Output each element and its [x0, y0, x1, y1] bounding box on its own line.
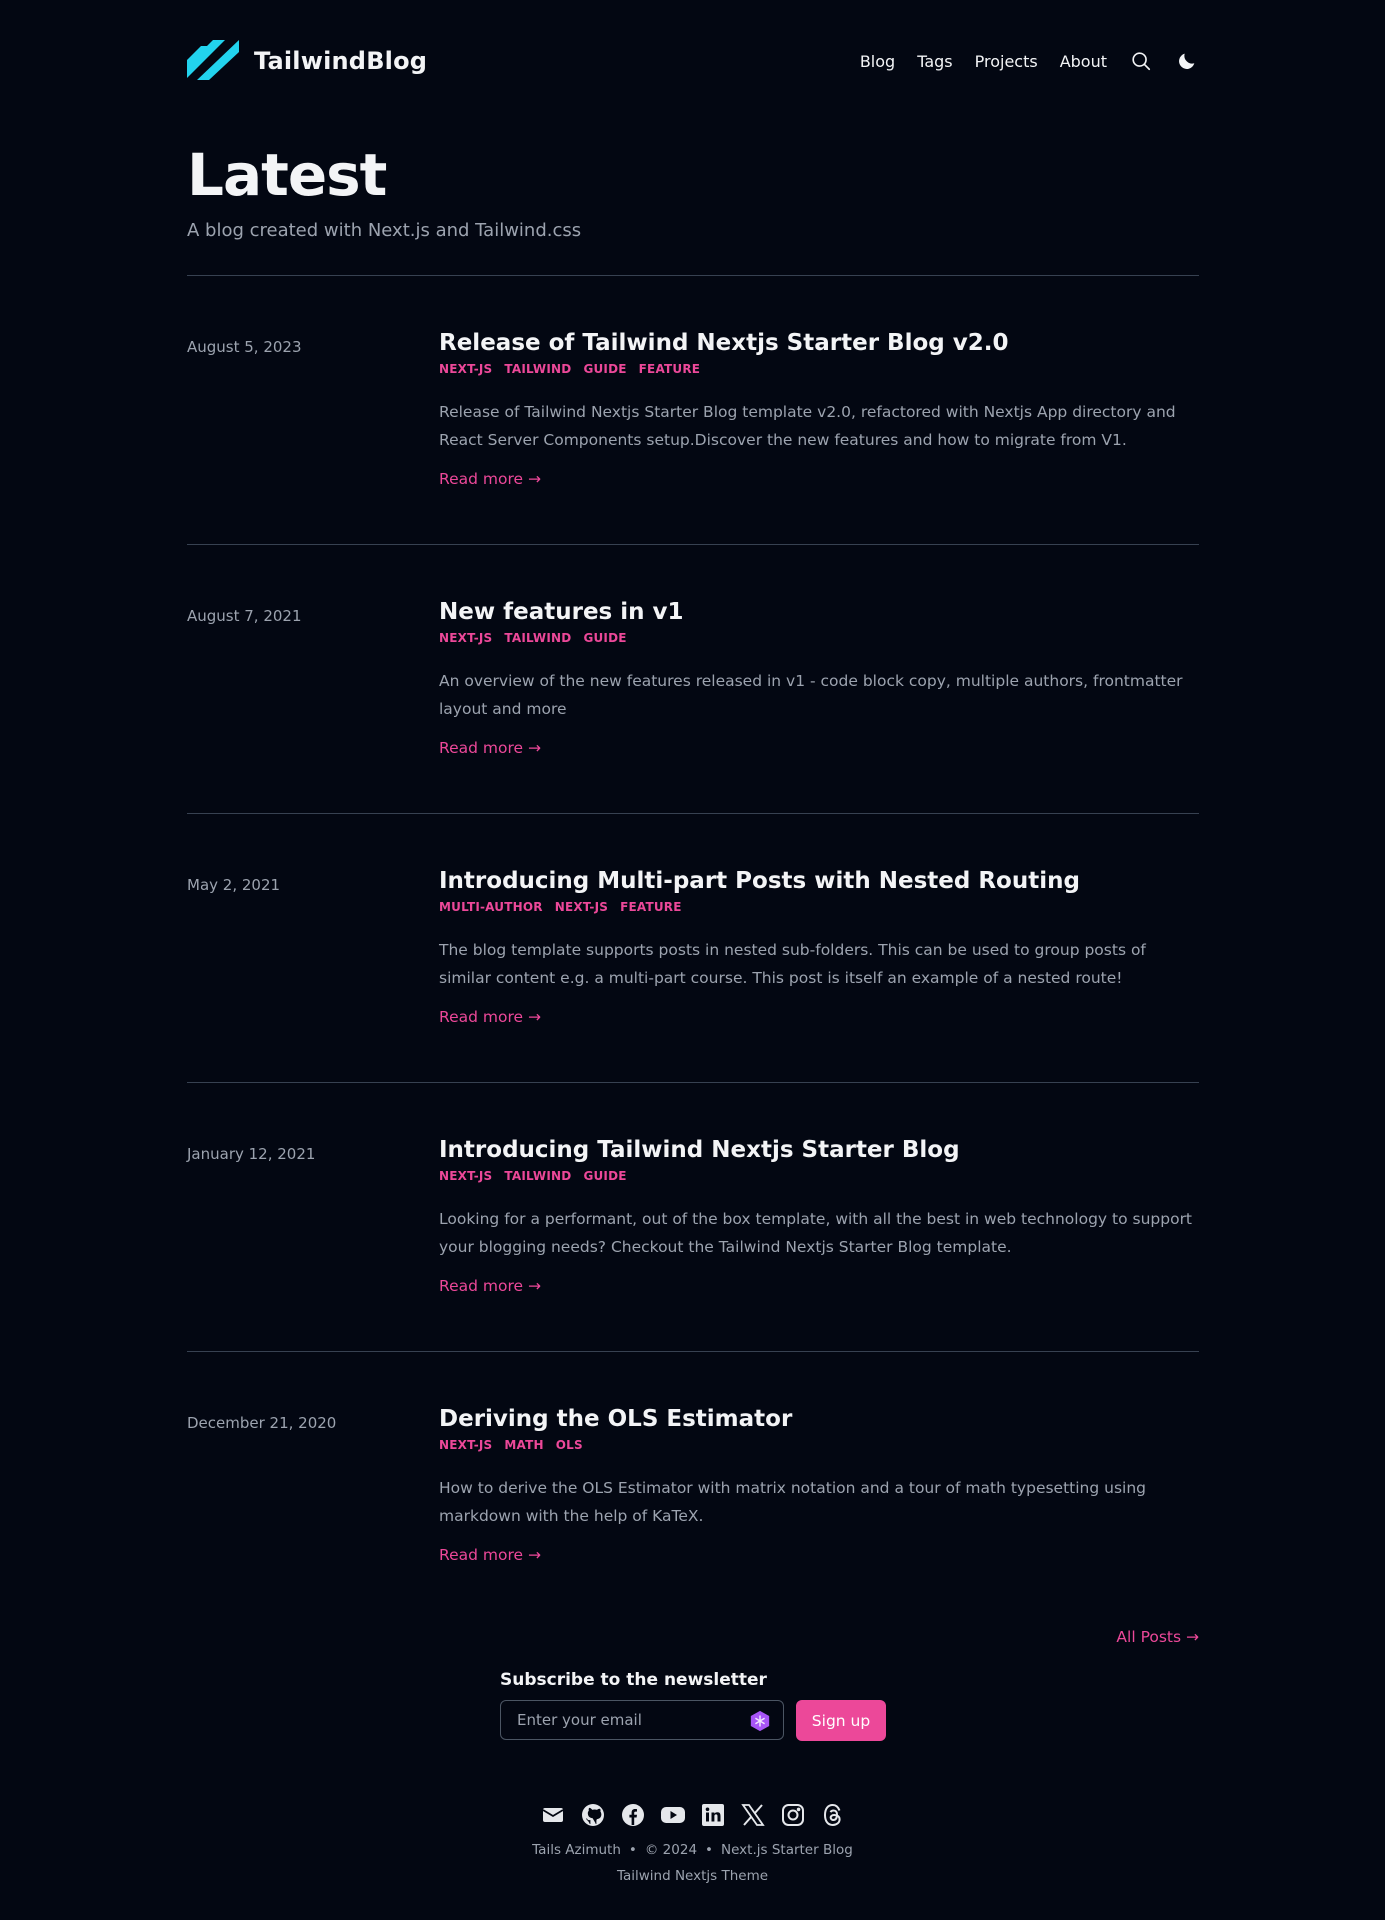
logo-icon [187, 38, 240, 84]
post-list: August 5, 2023 Release of Tailwind Nextj… [187, 276, 1199, 1621]
read-more-link[interactable]: Read more → [439, 470, 541, 488]
post-item: December 21, 2020 Deriving the OLS Estim… [187, 1352, 1199, 1621]
nav-tags[interactable]: Tags [917, 52, 952, 71]
post-title[interactable]: Introducing Tailwind Nextjs Starter Blog [439, 1135, 1199, 1165]
post-item: May 2, 2021 Introducing Multi-part Posts… [187, 814, 1199, 1083]
post-summary: An overview of the new features released… [439, 672, 1183, 718]
youtube-icon[interactable] [660, 1802, 686, 1828]
nav-blog[interactable]: Blog [860, 52, 895, 71]
tag-link[interactable]: GUIDE [583, 631, 626, 645]
post-date: August 5, 2023 [187, 338, 302, 356]
read-more-link[interactable]: Read more → [439, 1277, 541, 1295]
post-summary: The blog template supports posts in nest… [439, 941, 1146, 987]
facebook-icon[interactable] [620, 1802, 646, 1828]
page-title: Latest [187, 141, 387, 209]
page: TailwindBlog Blog Tags Projects About La… [187, 0, 1199, 1741]
tag-link[interactable]: FEATURE [639, 362, 701, 376]
footer-author: Tails Azimuth [532, 1842, 621, 1858]
post-date: January 12, 2021 [187, 1145, 316, 1163]
post-date: August 7, 2021 [187, 607, 302, 625]
tag-link[interactable]: GUIDE [583, 362, 626, 376]
signup-button[interactable]: Sign up [796, 1700, 886, 1741]
email-field-wrapper [500, 1700, 784, 1740]
tag-link[interactable]: MATH [504, 1438, 543, 1452]
footer-meta: Tails Azimuth • © 2024 • Next.js Starter Blo… [0, 1842, 1385, 1858]
nav-projects[interactable]: Projects [975, 52, 1038, 71]
tag-link[interactable]: FEATURE [620, 900, 682, 914]
extension-badge-icon[interactable] [749, 1710, 771, 1736]
post-tags: NEXT-JS TAILWIND GUIDE FEATURE [439, 362, 1199, 376]
post-item: August 7, 2021 New features in v1 NEXT-J… [187, 545, 1199, 814]
post-tags: NEXT-JS MATH OLS [439, 1438, 1199, 1452]
email-field[interactable] [501, 1701, 783, 1739]
post-date: May 2, 2021 [187, 876, 281, 894]
post-tags: NEXT-JS TAILWIND GUIDE [439, 1169, 1199, 1183]
read-more-link[interactable]: Read more → [439, 1008, 541, 1026]
tag-link[interactable]: NEXT-JS [439, 1169, 492, 1183]
linkedin-icon[interactable] [700, 1802, 726, 1828]
nav-about[interactable]: About [1060, 52, 1107, 71]
post-summary: How to derive the OLS Estimator with mat… [439, 1479, 1147, 1525]
tag-link[interactable]: NEXT-JS [439, 1438, 492, 1452]
site-footer: Tails Azimuth • © 2024 • Next.js Starter Blo… [0, 1802, 1385, 1884]
mail-icon[interactable] [540, 1802, 566, 1828]
tag-link[interactable]: NEXT-JS [439, 362, 492, 376]
newsletter: Subscribe to the newsletter Sign up [500, 1670, 886, 1741]
page-subtitle: A blog created with Next.js and Tailwind… [187, 220, 582, 241]
social-links [0, 1802, 1385, 1828]
read-more-link[interactable]: Read more → [439, 739, 541, 757]
post-summary: Looking for a performant, out of the box… [439, 1210, 1193, 1256]
tag-link[interactable]: MULTI-AUTHOR [439, 900, 543, 914]
x-icon[interactable] [740, 1802, 766, 1828]
tag-link[interactable]: TAILWIND [504, 631, 571, 645]
read-more-link[interactable]: Read more → [439, 1546, 541, 1564]
post-summary: Release of Tailwind Nextjs Starter Blog … [439, 403, 1176, 449]
tag-link[interactable]: TAILWIND [504, 362, 571, 376]
post-item: January 12, 2021 Introducing Tailwind Ne… [187, 1083, 1199, 1352]
footer-separator: • [628, 1842, 637, 1858]
tag-link[interactable]: GUIDE [583, 1169, 626, 1183]
instagram-icon[interactable] [780, 1802, 806, 1828]
tag-link[interactable]: OLS [556, 1438, 583, 1452]
hero: Latest A blog created with Next.js and T… [187, 122, 1199, 276]
post-title[interactable]: Introducing Multi-part Posts with Nested… [439, 866, 1199, 896]
search-icon[interactable] [1129, 49, 1153, 73]
post-item: August 5, 2023 Release of Tailwind Nextj… [187, 276, 1199, 545]
brand-link[interactable]: TailwindBlog [187, 38, 427, 84]
post-tags: MULTI-AUTHOR NEXT-JS FEATURE [439, 900, 1199, 914]
brand-name: TailwindBlog [254, 47, 428, 75]
post-title[interactable]: New features in v1 [439, 597, 1199, 627]
newsletter-title: Subscribe to the newsletter [500, 1670, 767, 1690]
footer-site-link[interactable]: Next.js Starter Blog [721, 1842, 853, 1858]
tag-link[interactable]: NEXT-JS [439, 631, 492, 645]
threads-icon[interactable] [820, 1802, 846, 1828]
site-header: TailwindBlog Blog Tags Projects About [187, 0, 1199, 122]
post-title[interactable]: Release of Tailwind Nextjs Starter Blog … [439, 328, 1199, 358]
all-posts-link[interactable]: All Posts → [1116, 1628, 1199, 1646]
post-date: December 21, 2020 [187, 1414, 337, 1432]
post-tags: NEXT-JS TAILWIND GUIDE [439, 631, 1199, 645]
tag-link[interactable]: TAILWIND [504, 1169, 571, 1183]
post-title[interactable]: Deriving the OLS Estimator [439, 1404, 1199, 1434]
footer-theme-link[interactable]: Tailwind Nextjs Theme [0, 1868, 1385, 1884]
main-nav: Blog Tags Projects About [860, 49, 1199, 73]
github-icon[interactable] [580, 1802, 606, 1828]
moon-icon[interactable] [1175, 49, 1199, 73]
tag-link[interactable]: NEXT-JS [555, 900, 608, 914]
footer-separator: • [705, 1842, 714, 1858]
footer-copyright: © 2024 [644, 1842, 698, 1858]
